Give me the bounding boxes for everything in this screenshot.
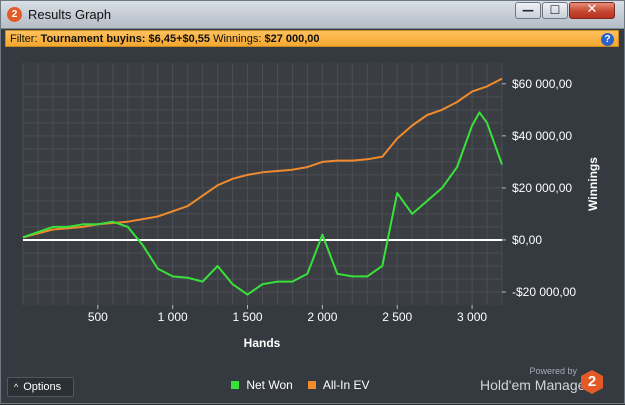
chart-legend: Net Won All-In EV <box>231 378 382 392</box>
legend-label-allin-ev: All-In EV <box>322 378 370 392</box>
options-button[interactable]: ^ Options <box>7 377 74 397</box>
x-tick-label: 3 000 <box>457 310 487 324</box>
brand-name: Hold'em Manager <box>480 377 591 393</box>
x-tick-label: 1 500 <box>233 310 263 324</box>
results-graph-window: 2 Results Graph — ☐ ✕ Filter: Tournament… <box>0 0 625 404</box>
powered-by-label: Powered by <box>529 366 577 376</box>
legend-item-net-won[interactable]: Net Won <box>231 378 293 392</box>
y-axis-label: Winnings <box>586 157 600 211</box>
y-tick-label: $20 000,00 <box>512 181 572 195</box>
y-tick-label: -$20 000,00 <box>512 285 576 299</box>
x-tick-label: 1 000 <box>158 310 188 324</box>
x-tick-label: 2 000 <box>307 310 337 324</box>
y-tick-label: $40 000,00 <box>512 129 572 143</box>
results-chart: 500 1 000 1 500 2 000 2 500 3 000 $60 000,00 $4… <box>22 63 576 324</box>
y-tick-label: $0,00 <box>512 233 542 247</box>
options-label: Options <box>23 381 62 393</box>
legend-label-net-won: Net Won <box>246 378 293 392</box>
x-tick-label: 2 500 <box>382 310 412 324</box>
legend-swatch-allin-ev <box>308 381 317 389</box>
legend-swatch-net-won <box>231 381 239 389</box>
chevron-up-icon: ^ <box>14 382 19 392</box>
x-axis-label: Hands <box>243 336 281 350</box>
legend-item-allin-ev[interactable]: All-In EV <box>308 378 370 392</box>
y-tick-label: $60 000,00 <box>512 77 572 91</box>
x-tick-label: 500 <box>88 310 108 324</box>
